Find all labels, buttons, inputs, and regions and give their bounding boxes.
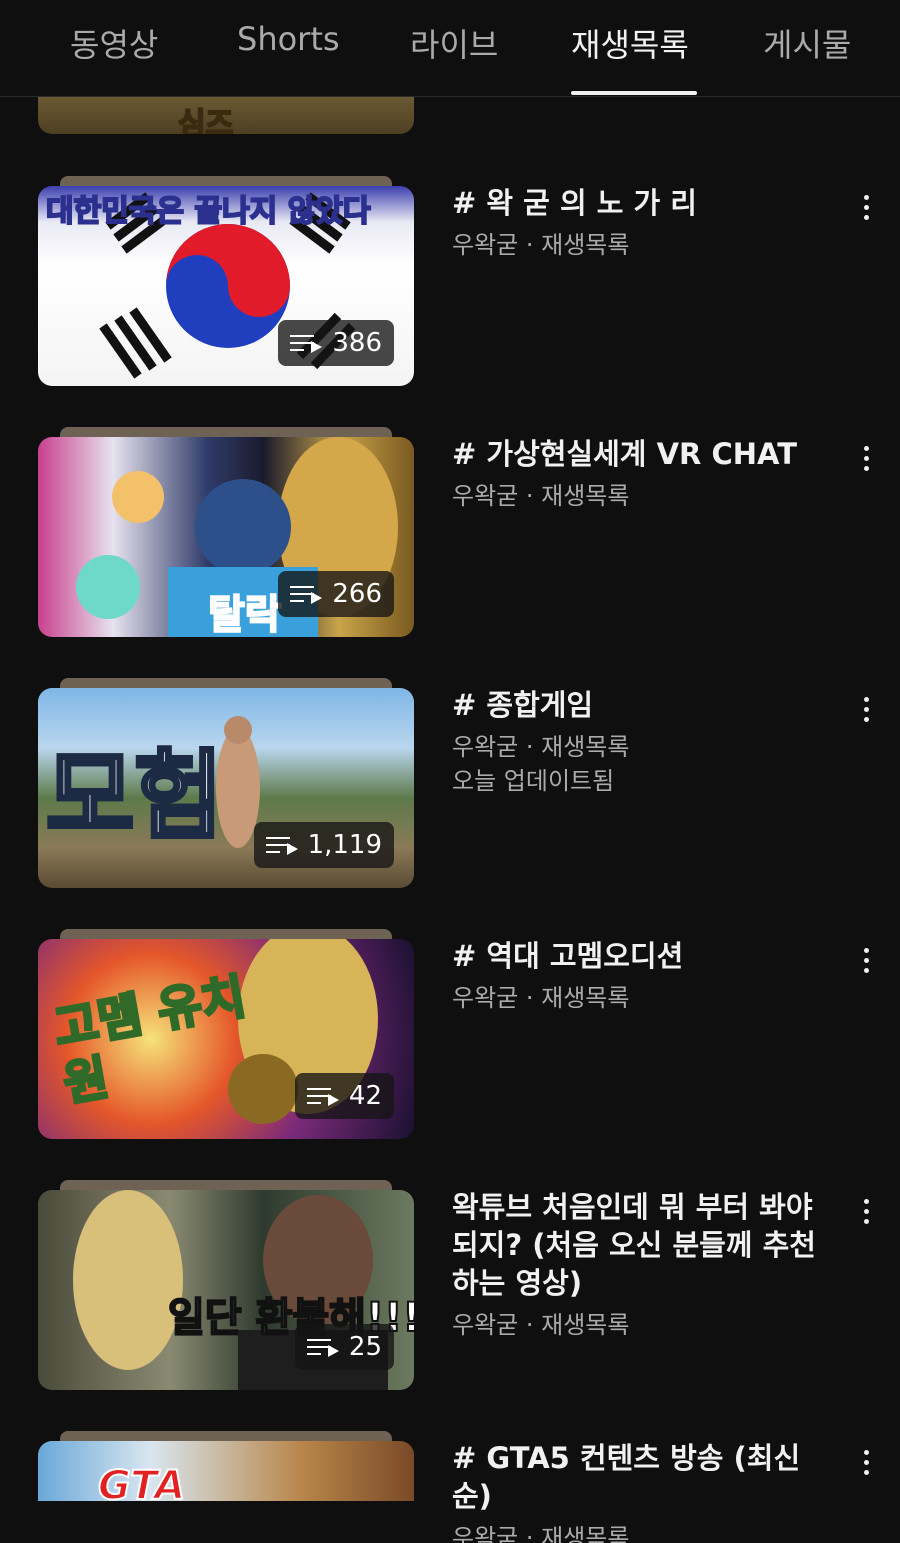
playlist-thumbnail[interactable]: 고멤 유치원 42 [38, 929, 414, 1139]
playlist-info[interactable]: 왁튜브 처음인데 뭐 부터 봐야되지? (처음 오신 분들께 추천하는 영상) … [452, 1188, 822, 1342]
video-count: 25 [348, 1332, 382, 1362]
playlist-thumbnail[interactable]: 대한민국은 끝나지 않았다 386 [38, 176, 414, 386]
video-count-badge: 1,119 [253, 822, 394, 868]
channel-tab-bar: 동영상 Shorts 라이브 재생목록 게시물 [0, 0, 900, 97]
playlist-info[interactable]: # 역대 고멤오디션 우왁굳 · 재생목록 [452, 937, 822, 1015]
playlist-channel: 우왁굳 · 재생목록 [452, 1311, 630, 1339]
playlist-title[interactable]: 왁튜브 처음인데 뭐 부터 봐야되지? (처음 오신 분들께 추천하는 영상) [452, 1188, 822, 1302]
tab-posts[interactable]: 게시물 [763, 20, 851, 66]
playlist-channel: 우왁굳 · 재생목록 [452, 733, 630, 761]
video-count: 266 [332, 579, 382, 609]
playlist-thumbnail[interactable]: 일단 환불해!!! 25 [38, 1180, 414, 1390]
video-count: 386 [332, 328, 382, 358]
playlist-info[interactable]: # 종합게임 우왁굳 · 재생목록 오늘 업데이트됨 [452, 686, 822, 798]
more-vert-icon[interactable] [850, 438, 882, 478]
thumbnail-caption: 모험 [44, 738, 225, 854]
playlist-icon [306, 1337, 339, 1357]
tab-shorts[interactable]: Shorts [237, 20, 340, 58]
more-vert-icon[interactable] [850, 940, 882, 980]
thumbnail-caption: 심즈 [177, 106, 234, 134]
playlist-thumbnail-partial[interactable]: 심즈 [38, 0, 414, 134]
playlist-thumbnail[interactable]: GTA [38, 1431, 414, 1501]
more-vert-icon[interactable] [850, 1442, 882, 1482]
playlist-channel: 우왁굳 · 재생목록 [452, 231, 630, 259]
playlist-channel: 우왁굳 · 재생목록 [452, 984, 630, 1012]
playlist-info[interactable]: # GTA5 컨텐츠 방송 (최신순) 우왁굳 · 재생목록 [452, 1439, 822, 1543]
playlist-title[interactable]: # 종합게임 [452, 686, 822, 724]
playlist-title[interactable]: # GTA5 컨텐츠 방송 (최신순) [452, 1439, 822, 1515]
video-count-badge: 42 [294, 1073, 394, 1119]
playlist-icon [306, 1086, 339, 1106]
video-count-badge: 266 [278, 571, 394, 617]
playlist-channel: 우왁굳 · 재생목록 [452, 1524, 630, 1543]
thumbnail-caption: GTA [97, 1462, 186, 1501]
playlist-icon [290, 584, 323, 604]
active-tab-indicator [571, 91, 697, 95]
thumbnail-caption: 대한민국은 끝나지 않았다 [45, 193, 371, 230]
playlist-updated: 오늘 업데이트됨 [452, 767, 615, 795]
playlist-channel: 우왁굳 · 재생목록 [452, 482, 630, 510]
more-vert-icon[interactable] [850, 1191, 882, 1231]
playlist-thumbnail[interactable]: 모험 1,119 [38, 678, 414, 888]
video-count: 42 [348, 1081, 382, 1111]
playlist-info[interactable]: # 가상현실세계 VR CHAT 우왁굳 · 재생목록 [452, 435, 822, 513]
thumbnail-caption: 탈락 [207, 591, 283, 637]
tab-playlists[interactable]: 재생목록 [571, 20, 689, 66]
playlist-title[interactable]: # 왁 굳 의 노 가 리 [452, 184, 822, 222]
playlist-title[interactable]: # 가상현실세계 VR CHAT [452, 435, 822, 473]
more-vert-icon[interactable] [850, 187, 882, 227]
tab-live[interactable]: 라이브 [410, 20, 498, 66]
tab-videos[interactable]: 동영상 [70, 20, 158, 66]
playlist-icon [265, 835, 298, 855]
playlist-title[interactable]: # 역대 고멤오디션 [452, 937, 822, 975]
playlist-thumbnail[interactable]: 탈락 266 [38, 427, 414, 637]
video-count-badge: 386 [278, 320, 394, 366]
more-vert-icon[interactable] [850, 689, 882, 729]
playlist-info[interactable]: # 왁 굳 의 노 가 리 우왁굳 · 재생목록 [452, 184, 822, 262]
video-count: 1,119 [307, 830, 382, 860]
playlist-icon [290, 333, 323, 353]
video-count-badge: 25 [294, 1324, 394, 1370]
